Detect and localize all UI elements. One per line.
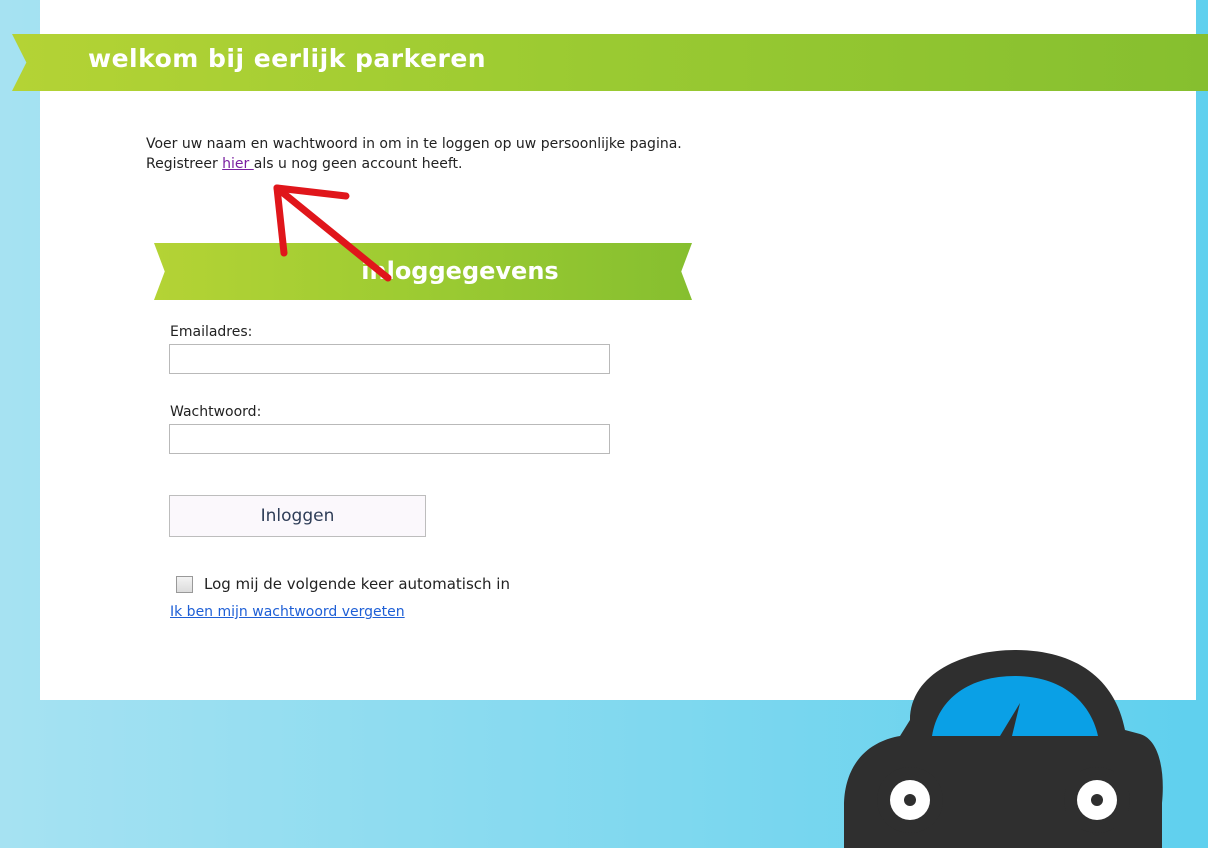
car-logo-icon [844,650,1163,848]
